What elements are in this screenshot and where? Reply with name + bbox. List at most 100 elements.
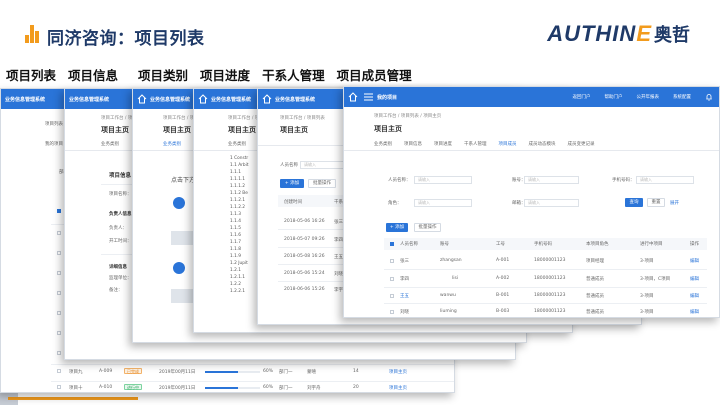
row-checkbox[interactable] xyxy=(390,294,394,298)
reset-button[interactable]: 重置 xyxy=(647,198,665,207)
phone-input[interactable]: 请输入 xyxy=(636,176,694,184)
row-checkbox[interactable] xyxy=(390,259,394,263)
topbar-link[interactable]: 返回门户 xyxy=(573,94,591,100)
row-checkbox[interactable] xyxy=(57,351,61,355)
project-code: A-009 xyxy=(99,369,113,374)
search-button[interactable]: 查询 xyxy=(625,198,643,207)
member-no: B-003 xyxy=(496,309,510,314)
topbar-link[interactable]: 帮助门户 xyxy=(605,94,623,100)
side-nav-item[interactable]: 我的项目 xyxy=(45,141,63,147)
home-icon[interactable] xyxy=(137,94,147,104)
tab-business-category[interactable]: 业务类别 xyxy=(228,141,246,150)
row-checkbox[interactable] xyxy=(57,209,61,213)
row-checkbox[interactable] xyxy=(57,251,61,255)
row-checkbox[interactable] xyxy=(57,331,61,335)
expand-link[interactable]: 展开 xyxy=(670,200,679,206)
tree-node[interactable]: 1.2 Jupit xyxy=(230,260,249,267)
tree-node[interactable]: 1.1 Arbit xyxy=(230,162,249,169)
logo-cn: 奥哲 xyxy=(654,25,690,46)
project-home-link[interactable]: 项目主页 xyxy=(389,385,407,391)
section-heading: 项目信息 xyxy=(109,173,132,179)
batch-button[interactable]: 批量操作 xyxy=(414,223,441,232)
company-logo: AUTHINE 奥哲 xyxy=(547,20,690,48)
side-nav-item[interactable]: 项目列表 xyxy=(45,121,63,127)
tree-node[interactable]: 1.1.6 xyxy=(230,232,249,239)
row-checkbox[interactable] xyxy=(57,385,61,389)
home-icon[interactable] xyxy=(348,92,358,102)
project-date: 2019年00月11日 xyxy=(159,386,196,391)
row-checkbox[interactable] xyxy=(390,277,394,281)
menu-item: 项目成员管理 xyxy=(336,68,412,83)
home-icon[interactable] xyxy=(262,94,272,104)
tree-node[interactable]: 1 Constr xyxy=(230,155,249,162)
member-name[interactable]: 王五 xyxy=(400,293,409,299)
tree-node[interactable]: 1.2.1.1 xyxy=(230,274,249,281)
edit-link[interactable]: 编辑 xyxy=(690,258,699,264)
add-button[interactable]: + 添加 xyxy=(280,179,304,188)
account-input[interactable]: 请输入 xyxy=(524,176,579,184)
tree-node[interactable]: 1.1.1.2 xyxy=(230,183,249,190)
breadcrumb[interactable]: 项目工作台 / 项目列表 xyxy=(280,115,325,121)
email-input[interactable]: 请输入 xyxy=(524,199,579,207)
breadcrumb[interactable]: 项目工作台 / 项目列表 / 项目主页 xyxy=(374,113,441,119)
col-header: 手机号码 xyxy=(534,242,552,247)
category-card-icon[interactable] xyxy=(173,262,185,274)
breadcrumb[interactable]: 项目工作台 / 项 xyxy=(101,115,132,121)
created-time: 2018-05-07 09:26 xyxy=(284,237,325,242)
row-checkbox[interactable] xyxy=(390,310,394,314)
name-input[interactable]: 请输入 xyxy=(414,176,472,184)
tree-node[interactable]: 1.2.2.1 xyxy=(230,288,249,295)
category-card-icon[interactable] xyxy=(173,197,185,209)
breadcrumb[interactable]: 项目工作台 / 项 xyxy=(163,115,194,121)
system-name: 业务信息管理系统 xyxy=(69,96,110,103)
page-title: 项目主页 xyxy=(228,126,256,134)
search-label: 人员名称 xyxy=(280,163,298,168)
project-home-link[interactable]: 项目主页 xyxy=(389,369,407,375)
topbar-link[interactable]: 系统配置 xyxy=(673,94,691,100)
field-label: 负责人： xyxy=(109,226,127,231)
project-count: 14 xyxy=(353,369,359,374)
breadcrumb[interactable]: 项目工作台 / 项 xyxy=(228,115,259,121)
select-all-checkbox[interactable] xyxy=(390,242,394,246)
tree-node[interactable]: 1.1.2 Be xyxy=(230,190,249,197)
tree-node[interactable]: 1.1.4 xyxy=(230,218,249,225)
member-role: 普通成员 xyxy=(586,294,604,299)
row-checkbox[interactable] xyxy=(57,271,61,275)
tree-node[interactable]: 1.1.2.1 xyxy=(230,197,249,204)
menu-item: 项目信息 xyxy=(68,68,119,83)
col-header: 本项目角色 xyxy=(586,242,609,247)
tree-node[interactable]: 1.1.1 xyxy=(230,169,249,176)
tree-node[interactable]: 1.1.5 xyxy=(230,225,249,232)
page-title: 项目主页 xyxy=(101,126,129,134)
tree-node[interactable]: 1.1.3 xyxy=(230,211,249,218)
edit-link[interactable]: 编辑 xyxy=(690,293,699,299)
edit-link[interactable]: 编辑 xyxy=(690,309,699,315)
search-input[interactable]: 请输入 xyxy=(300,161,348,169)
bell-icon[interactable] xyxy=(705,93,713,101)
row-checkbox[interactable] xyxy=(57,231,61,235)
tab-bar: 业务类别 xyxy=(101,141,131,150)
row-checkbox[interactable] xyxy=(57,291,61,295)
project-date: 2019年00月11日 xyxy=(159,370,196,375)
tree-node[interactable]: 1.2.1 xyxy=(230,267,249,274)
field-label: 监理单位： xyxy=(109,276,132,281)
home-icon[interactable] xyxy=(198,94,208,104)
slide-title: 同济咨询：项目列表 xyxy=(47,29,205,49)
tab-business-category[interactable]: 业务类别 xyxy=(101,141,119,150)
tree-node[interactable]: 1.1.8 xyxy=(230,246,249,253)
role-select[interactable]: 请输入 xyxy=(414,199,472,207)
tree-node[interactable]: 1.1.9 xyxy=(230,253,249,260)
tree-node[interactable]: 1.1.7 xyxy=(230,239,249,246)
row-checkbox[interactable] xyxy=(57,311,61,315)
row-checkbox[interactable] xyxy=(57,369,61,373)
batch-button[interactable]: 批量操作 xyxy=(308,179,336,188)
edit-link[interactable]: 编辑 xyxy=(690,276,699,282)
add-button[interactable]: + 添加 xyxy=(386,223,408,232)
stakeholder-name: 刘晓 xyxy=(334,272,343,277)
menu-icon[interactable] xyxy=(364,93,373,101)
tree-node[interactable]: 1.1.1.1 xyxy=(230,176,249,183)
field-label: 项目名称： xyxy=(109,192,132,197)
tree-node[interactable]: 1.1.2.2 xyxy=(230,204,249,211)
tree-node[interactable]: 1.2.2 xyxy=(230,281,249,288)
topbar-link[interactable]: 公开年报表 xyxy=(637,94,660,100)
